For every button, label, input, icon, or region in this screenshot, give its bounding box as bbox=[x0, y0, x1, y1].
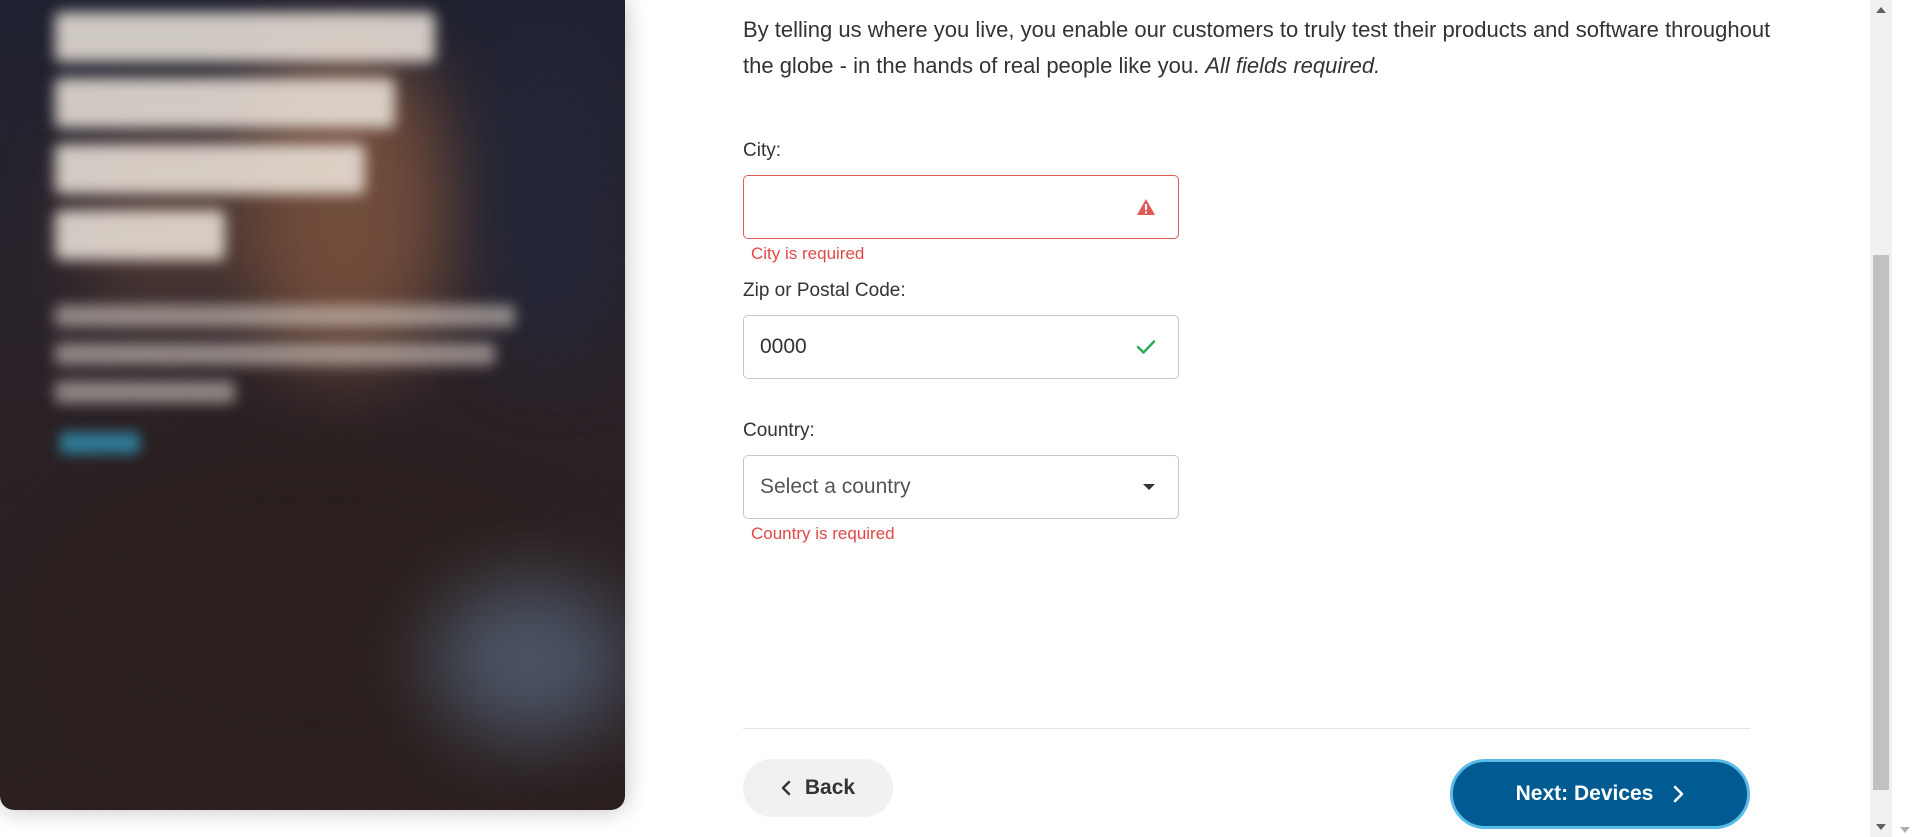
hero-blurred-heading bbox=[55, 12, 475, 276]
country-select[interactable]: Select a country bbox=[743, 455, 1179, 519]
hero-blurred-paragraph bbox=[55, 305, 515, 419]
city-input[interactable] bbox=[743, 175, 1179, 239]
footer-divider bbox=[743, 728, 1750, 729]
hero-blurred-link bbox=[60, 432, 140, 454]
city-error-message: City is required bbox=[751, 244, 865, 263]
page-scrollbar[interactable] bbox=[1870, 0, 1892, 837]
intro-text: By telling us where you live, you enable… bbox=[743, 12, 1783, 84]
warning-icon bbox=[1137, 199, 1155, 215]
country-label: Country: bbox=[743, 420, 815, 441]
chevron-left-icon bbox=[781, 780, 791, 796]
zip-input[interactable]: 0000 bbox=[743, 315, 1179, 379]
triangle-down-icon bbox=[1876, 824, 1886, 830]
next-button-label: Next: Devices bbox=[1515, 782, 1654, 805]
chevron-right-icon bbox=[1674, 785, 1684, 803]
caret-down-icon bbox=[1143, 484, 1155, 490]
scroll-down-arrow[interactable] bbox=[1870, 817, 1892, 837]
country-selected-value: Select a country bbox=[760, 475, 911, 498]
check-icon bbox=[1136, 340, 1156, 354]
city-label: City: bbox=[743, 140, 781, 161]
back-button[interactable]: Back bbox=[743, 759, 893, 817]
hero-image-panel bbox=[0, 0, 625, 810]
country-error-message: Country is required bbox=[751, 524, 895, 543]
required-note: All fields required. bbox=[1205, 53, 1381, 78]
triangle-up-icon bbox=[1876, 7, 1886, 13]
scroll-thumb[interactable] bbox=[1873, 255, 1889, 790]
triangle-down-icon bbox=[1900, 827, 1910, 833]
hero-bg-shape bbox=[430, 580, 625, 740]
window-gutter bbox=[1892, 0, 1920, 837]
next-devices-button[interactable]: Next: Devices bbox=[1450, 759, 1750, 829]
zip-label: Zip or Postal Code: bbox=[743, 280, 906, 301]
back-button-label: Back bbox=[804, 776, 856, 799]
scroll-up-arrow[interactable] bbox=[1870, 0, 1892, 20]
zip-value: 0000 bbox=[760, 335, 807, 358]
